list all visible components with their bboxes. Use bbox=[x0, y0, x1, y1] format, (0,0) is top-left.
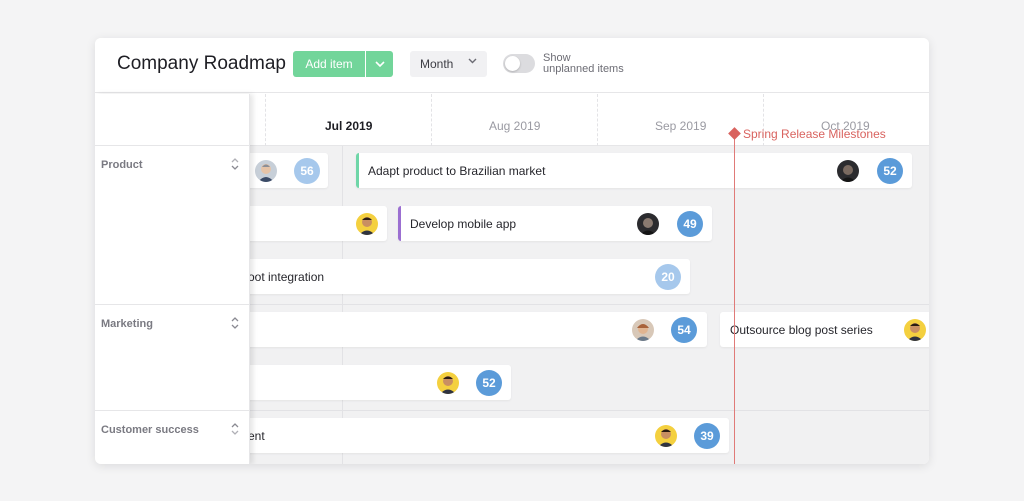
group-label: Marketing bbox=[101, 318, 153, 330]
roadmap-item-bar[interactable]: Outsource blog post series bbox=[720, 312, 929, 347]
show-unplanned-toggle[interactable] bbox=[503, 54, 535, 73]
roadmap-card: Company Roadmap Add item Month Show unpl… bbox=[95, 38, 929, 464]
score-badge: 20 bbox=[655, 264, 681, 290]
roadmap-item-bar[interactable]: Develop mobile app 49 bbox=[398, 206, 712, 241]
avatar bbox=[637, 213, 659, 235]
roadmap-item-bar[interactable] bbox=[245, 206, 387, 241]
group-panel: Product Marketing Customer success bbox=[95, 94, 250, 464]
group-product[interactable]: Product bbox=[95, 146, 250, 305]
group-marketing[interactable]: Marketing bbox=[95, 305, 250, 411]
toggle-label: Show unplanned items bbox=[543, 53, 643, 75]
group-label: Product bbox=[101, 159, 143, 171]
avatar bbox=[904, 319, 926, 341]
score-badge: 54 bbox=[671, 317, 697, 343]
item-label: Develop mobile app bbox=[410, 217, 517, 231]
expand-collapse-icon[interactable] bbox=[230, 316, 240, 331]
view-select-value: Month bbox=[420, 57, 454, 71]
expand-collapse-icon[interactable] bbox=[230, 157, 240, 172]
item-accent bbox=[398, 206, 401, 241]
month-label: Jul 2019 bbox=[325, 119, 373, 133]
avatar bbox=[437, 372, 459, 394]
avatar bbox=[356, 213, 378, 235]
score-badge: 52 bbox=[476, 370, 502, 396]
group-panel-header bbox=[95, 94, 250, 146]
milestone-line bbox=[734, 134, 735, 464]
item-label: oot integration bbox=[248, 270, 325, 284]
score-badge: 52 bbox=[877, 158, 903, 184]
expand-collapse-icon[interactable] bbox=[230, 422, 240, 437]
roadmap-item-bar[interactable]: 56 bbox=[245, 153, 328, 188]
toolbar: Company Roadmap Add item Month Show unpl… bbox=[95, 38, 929, 93]
roadmap-item-bar[interactable]: Adapt product to Brazilian market 52 bbox=[356, 153, 912, 188]
add-item-dropdown-button[interactable] bbox=[366, 51, 393, 77]
toggle-label-line2: unplanned items bbox=[543, 63, 624, 75]
roadmap-item-bar[interactable]: 54 bbox=[235, 312, 707, 347]
item-label: ent bbox=[248, 429, 265, 443]
group-label: Customer success bbox=[101, 424, 199, 436]
chevron-down-icon bbox=[468, 56, 477, 67]
roadmap-item-bar[interactable]: 52 bbox=[235, 365, 511, 400]
item-accent bbox=[356, 153, 359, 188]
roadmap-item-bar[interactable]: ent 39 bbox=[235, 418, 729, 453]
avatar bbox=[655, 425, 677, 447]
avatar bbox=[632, 319, 654, 341]
score-badge: 56 bbox=[294, 158, 320, 184]
milestone-label[interactable]: Spring Release Milestones bbox=[743, 127, 886, 141]
chevron-down-icon bbox=[374, 58, 385, 70]
score-badge: 49 bbox=[677, 211, 703, 237]
toggle-knob bbox=[505, 56, 520, 71]
month-label: Sep 2019 bbox=[655, 119, 707, 133]
view-select[interactable]: Month bbox=[410, 51, 487, 77]
roadmap-item-bar[interactable]: oot integration 20 bbox=[235, 259, 690, 294]
grid-line bbox=[342, 146, 343, 464]
item-label: Adapt product to Brazilian market bbox=[368, 164, 546, 178]
item-label: Outsource blog post series bbox=[730, 323, 873, 337]
page-title: Company Roadmap bbox=[117, 53, 286, 74]
avatar bbox=[255, 160, 277, 182]
avatar bbox=[837, 160, 859, 182]
add-item-button[interactable]: Add item bbox=[293, 51, 365, 77]
score-badge: 39 bbox=[694, 423, 720, 449]
month-label: Aug 2019 bbox=[489, 119, 541, 133]
group-customer-success[interactable]: Customer success bbox=[95, 411, 250, 464]
